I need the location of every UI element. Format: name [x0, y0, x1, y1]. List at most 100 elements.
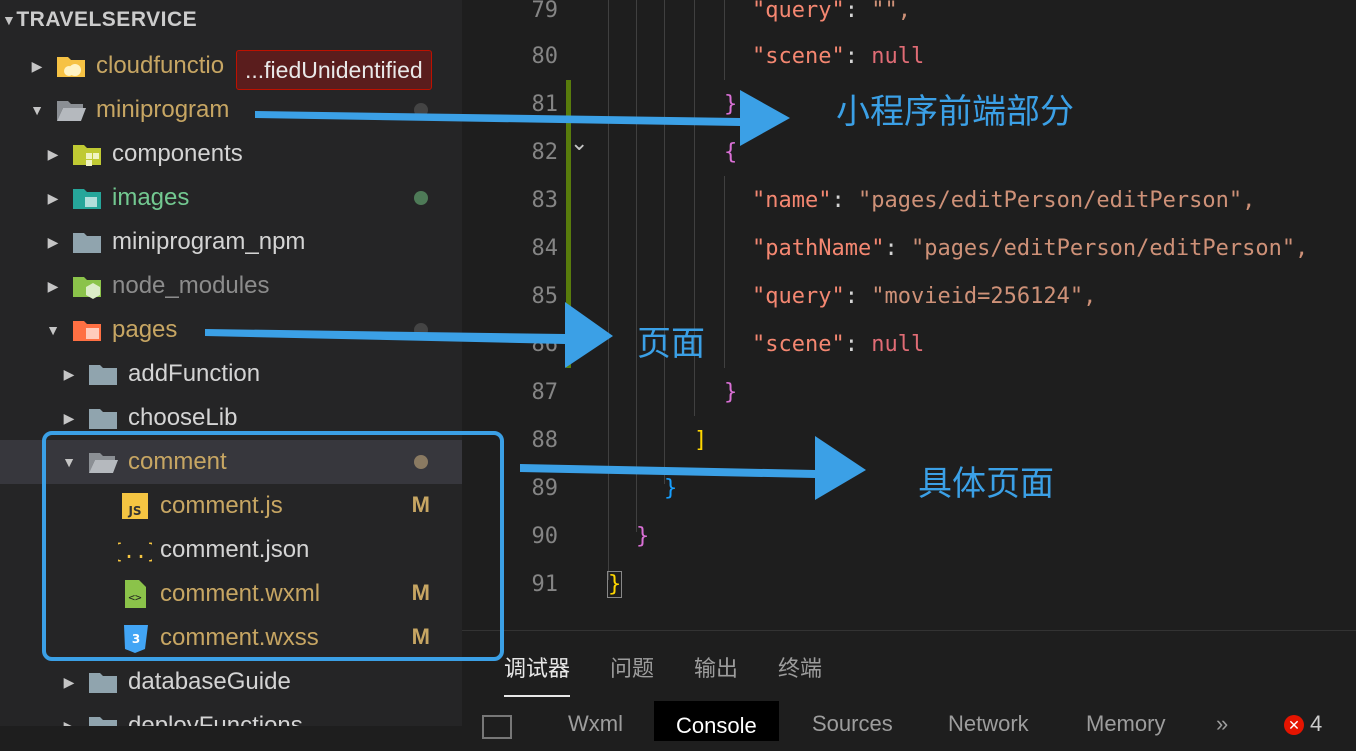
chevron-right-icon[interactable]: ▶ — [62, 660, 76, 704]
explorer-section-header[interactable]: ▼ TRAVELSERVICE — [0, 0, 462, 40]
tree-item-comment-js[interactable]: JS comment.js M — [0, 484, 462, 528]
git-modified-badge: M — [411, 580, 430, 605]
line-number: 79 — [531, 0, 559, 23]
json-key: "scene" — [752, 331, 845, 357]
code-line[interactable]: 89} — [462, 464, 1356, 512]
decoration-tooltip: ...fiedUnidentified — [236, 50, 432, 90]
json-key: "pathName" — [752, 235, 885, 261]
annotation-miniprogram: 小程序前端部分 — [836, 92, 1074, 132]
chevron-down-icon[interactable]: ▼ — [62, 440, 76, 484]
section-title: TRAVELSERVICE — [16, 8, 198, 31]
tree-item-label: chooseLib — [128, 404, 238, 431]
js-file-icon: JS — [118, 489, 152, 523]
tree-item-addfunction[interactable]: ▶ addFunction — [0, 352, 462, 396]
tree-item-components[interactable]: ▶ components — [0, 132, 462, 176]
code-line[interactable]: 91} — [462, 560, 1356, 608]
tree-item-pages[interactable]: ▼ pages — [0, 308, 462, 352]
wxml-file-icon: <> — [118, 577, 152, 611]
tree-item-comment-wxml[interactable]: <> comment.wxml M — [0, 572, 462, 616]
cloud-folder-icon — [54, 49, 88, 83]
chevron-right-icon[interactable]: ▶ — [62, 396, 76, 440]
inspect-icon[interactable] — [482, 715, 512, 739]
chevron-right-icon[interactable]: ▶ — [46, 132, 60, 176]
tree-item-label: miniprogram — [96, 96, 230, 123]
code-line[interactable]: 84 "pathName": "pages/editPerson/editPers… — [462, 224, 1356, 272]
tree-item-comment[interactable]: ▼ comment — [0, 440, 462, 484]
tab-output[interactable]: 输出 — [694, 651, 738, 683]
tree-item-label: comment.js — [160, 492, 283, 519]
folder-icon — [86, 665, 120, 699]
devtools-tab-memory[interactable]: Memory — [1086, 711, 1165, 737]
error-icon[interactable]: ✕ — [1284, 715, 1304, 735]
tree-item-label: images — [112, 184, 190, 211]
json-key: "query" — [752, 0, 845, 23]
bracket: ] — [694, 427, 708, 453]
status-dot — [414, 103, 428, 117]
chevron-right-icon[interactable]: ▶ — [46, 264, 60, 308]
line-number: 80 — [531, 43, 559, 69]
line-number: 86 — [531, 331, 559, 357]
code-text: } — [724, 368, 737, 416]
tab-debugger[interactable]: 调试器 — [504, 651, 570, 683]
tree-item-deployfunctions[interactable]: ▶ deployFunctions — [0, 704, 462, 726]
bracket: } — [606, 570, 623, 598]
json-key: "scene" — [752, 43, 845, 69]
pages-folder-icon — [70, 313, 104, 347]
chevron-down-icon[interactable]: ▼ — [46, 308, 60, 352]
tree-item-label: addFunction — [128, 360, 261, 387]
chevron-right-icon[interactable]: ▶ — [62, 352, 76, 396]
tree-item-label: deployFunctions — [128, 712, 303, 726]
code-line[interactable]: 87} — [462, 368, 1356, 416]
code-text: }, — [724, 80, 751, 128]
code-text: } — [664, 464, 677, 512]
devtools-tab-wxml[interactable]: Wxml — [568, 711, 623, 737]
active-tab-indicator — [504, 695, 570, 697]
code-line[interactable]: 82 { — [462, 128, 1356, 176]
devtools-tab-console[interactable]: Console — [654, 701, 779, 741]
chevron-down-icon[interactable]: ▼ — [30, 88, 44, 132]
status-dot — [414, 191, 428, 205]
json-value: "movieid=256124", — [871, 283, 1097, 309]
line-number: 91 — [531, 571, 559, 597]
git-modified-badge: M — [411, 624, 430, 649]
svg-text:3: 3 — [132, 632, 140, 646]
json-file-icon: {..} — [118, 533, 152, 567]
code-line[interactable]: 85 "query": "movieid=256124", — [462, 272, 1356, 320]
json-value: "pages/editPerson/editPerson", — [910, 235, 1309, 261]
tree-item-node-modules[interactable]: ▶ node_modules — [0, 264, 462, 308]
line-number: 82 — [531, 139, 559, 165]
tab-terminal[interactable]: 终端 — [778, 651, 822, 683]
tree-item-miniprogram[interactable]: ▼ miniprogram — [0, 88, 462, 132]
chevron-right-icon[interactable]: ▶ — [62, 704, 76, 727]
code-line[interactable]: 88] — [462, 416, 1356, 464]
tree-item-chooselib[interactable]: ▶ chooseLib — [0, 396, 462, 440]
chevron-right-icon[interactable]: ▶ — [46, 220, 60, 264]
code-line[interactable]: 86 "scene": null — [462, 320, 1356, 368]
code-line[interactable]: 90} — [462, 512, 1356, 560]
more-tabs-icon[interactable]: » — [1216, 711, 1228, 737]
tree-item-comment-wxss[interactable]: 3 comment.wxss M — [0, 616, 462, 660]
devtools-tab-sources[interactable]: Sources — [812, 711, 893, 737]
code-text: "query": "movieid=256124", — [752, 283, 1097, 309]
svg-text:<>: <> — [128, 591, 142, 604]
chevron-right-icon[interactable]: ▶ — [30, 44, 44, 88]
annotation-pages: 页面 — [637, 324, 705, 364]
tree-item-databaseguide[interactable]: ▶ databaseGuide — [0, 660, 462, 704]
tab-problems[interactable]: 问题 — [610, 651, 654, 683]
tree-item-miniprogram-npm[interactable]: ▶ miniprogram_npm — [0, 220, 462, 264]
folder-icon — [86, 709, 120, 726]
chevron-right-icon[interactable]: ▶ — [46, 176, 60, 220]
error-count: 4 — [1310, 711, 1323, 736]
tree-item-label: pages — [112, 316, 178, 343]
code-line[interactable]: 83 "name": "pages/editPerson/editPerson", — [462, 176, 1356, 224]
tree-item-label: cloudfunctio — [96, 52, 225, 79]
code-line[interactable]: 80 "scene": null — [462, 32, 1356, 80]
tree-item-comment-json[interactable]: {..} comment.json — [0, 528, 462, 572]
devtools-tab-network[interactable]: Network — [948, 711, 1029, 737]
tree-item-images[interactable]: ▶ images — [0, 176, 462, 220]
line-number: 88 — [531, 427, 559, 453]
code-text: "pathName": "pages/editPerson/editPerson… — [752, 235, 1309, 261]
code-line[interactable]: 79 "query": "", — [462, 0, 1356, 34]
